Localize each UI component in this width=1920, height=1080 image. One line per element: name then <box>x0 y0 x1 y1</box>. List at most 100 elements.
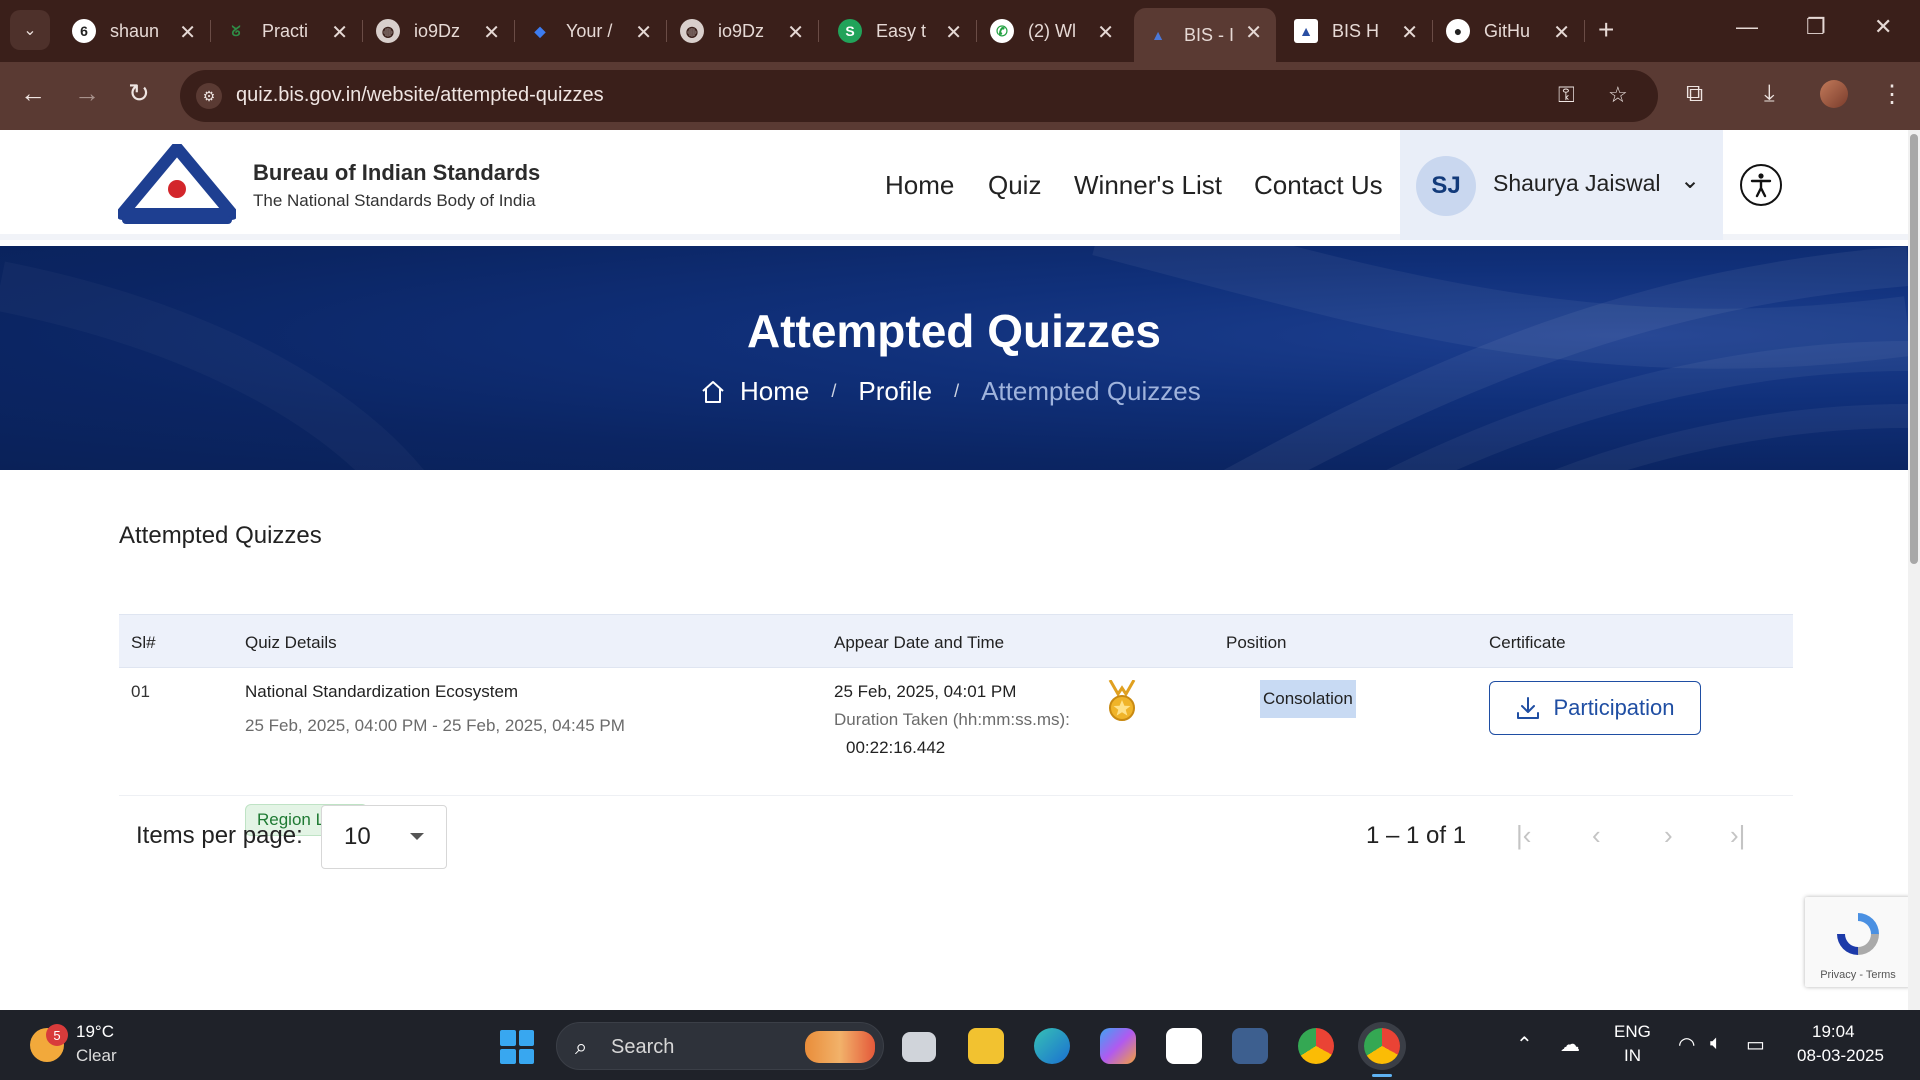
new-tab-button[interactable]: + <box>1598 14 1614 46</box>
windows-logo-tile <box>500 1030 516 1046</box>
weather-condition[interactable]: Clear <box>76 1046 117 1066</box>
onedrive-cloud-icon[interactable]: ☁ <box>1560 1032 1580 1057</box>
browser-tab[interactable]: ◍ io9Dz ✕ <box>668 8 818 54</box>
column-header-appear-date: Appear Date and Time <box>834 633 1005 652</box>
breadcrumb-home[interactable]: Home <box>740 376 809 407</box>
reload-icon[interactable]: ↻ <box>128 78 150 109</box>
next-page-icon[interactable]: › <box>1664 820 1673 851</box>
back-arrow-icon[interactable]: ← <box>20 78 46 109</box>
browser-tab[interactable]: ● GitHu ✕ <box>1434 8 1584 54</box>
close-tab-icon[interactable]: ✕ <box>635 20 652 45</box>
browser-profile-avatar[interactable] <box>1820 80 1848 108</box>
edge-icon[interactable] <box>1034 1028 1070 1064</box>
windows-logo-tile <box>518 1048 534 1064</box>
page-scrollbar[interactable] <box>1908 130 1920 1010</box>
download-icon[interactable]: ⤓ <box>1764 80 1775 108</box>
active-app-indicator <box>1372 1074 1392 1077</box>
bookmark-star-icon[interactable]: ☆ <box>1608 82 1628 108</box>
bis-logo[interactable] <box>118 144 236 226</box>
minimize-icon[interactable]: — <box>1736 14 1758 40</box>
windows-taskbar: 5 19°C Clear ⌕ Search ⌃ ☁ ENG IN ◠ 🔈︎ ▭ … <box>0 1010 1920 1080</box>
gem-icon: ◆ <box>534 22 546 39</box>
brand-subtitle: The National Standards Body of India <box>253 191 536 210</box>
start-button[interactable] <box>500 1030 534 1064</box>
brand-title: Bureau of Indian Standards <box>253 160 541 185</box>
language-indicator[interactable]: ENG <box>1614 1022 1651 1042</box>
weather-temperature[interactable]: 19°C <box>76 1022 114 1042</box>
items-per-page-value: 10 <box>344 823 371 850</box>
file-explorer-icon[interactable] <box>968 1028 1004 1064</box>
browser-tab[interactable]: ◍ io9Dz ✕ <box>364 8 514 54</box>
browser-tab[interactable]: 6 shaun ✕ <box>60 8 210 54</box>
forward-arrow-icon[interactable]: → <box>74 78 100 109</box>
region-indicator[interactable]: IN <box>1624 1046 1641 1066</box>
items-per-page-select[interactable]: 10 <box>321 805 447 869</box>
tab-separator <box>1584 20 1585 42</box>
tab-title: GitHu <box>1484 20 1531 41</box>
breadcrumb-profile[interactable]: Profile <box>858 376 932 407</box>
close-window-icon[interactable]: ✕ <box>1874 14 1892 40</box>
scrollbar-thumb[interactable] <box>1910 134 1918 564</box>
url-text[interactable]: quiz.bis.gov.in/website/attempted-quizze… <box>236 84 604 107</box>
site-info-icon[interactable]: ⚙ <box>196 83 222 109</box>
cell-quiz-name: National Standardization Ecosystem <box>245 682 519 701</box>
last-page-icon[interactable]: ›| <box>1730 820 1745 851</box>
copilot-icon[interactable] <box>1100 1028 1136 1064</box>
first-page-icon[interactable]: |‹ <box>1516 820 1531 851</box>
windows-logo-tile <box>518 1030 534 1046</box>
download-icon <box>1517 697 1540 719</box>
browser-tab[interactable]: ◆ Your / ✕ <box>516 8 666 54</box>
nav-quiz[interactable]: Quiz <box>988 170 1041 201</box>
browser-tab-active[interactable]: ▲ BIS - I ✕ <box>1134 8 1276 62</box>
user-avatar: SJ <box>1416 156 1476 216</box>
close-tab-icon[interactable]: ✕ <box>179 20 196 45</box>
close-tab-icon[interactable]: ✕ <box>1553 20 1570 45</box>
accessibility-button[interactable] <box>1740 164 1782 206</box>
volume-icon[interactable]: 🔈︎ <box>1710 1032 1722 1055</box>
taskbar-search[interactable]: ⌕ Search <box>556 1022 884 1070</box>
close-tab-icon[interactable]: ✕ <box>1245 20 1262 45</box>
mysql-workbench-icon[interactable] <box>1232 1028 1268 1064</box>
show-hidden-icons-chevron-icon[interactable]: ⌃ <box>1516 1032 1533 1057</box>
nav-contact-us[interactable]: Contact Us <box>1254 170 1383 201</box>
battery-icon[interactable]: ▭ <box>1746 1032 1765 1057</box>
restore-icon[interactable]: ❐ <box>1806 14 1826 40</box>
download-certificate-button[interactable]: Participation <box>1489 681 1701 735</box>
recaptcha-links[interactable]: Privacy - Terms <box>1805 969 1911 981</box>
globe-icon: ◍ <box>376 19 400 43</box>
s-icon: S <box>838 19 862 43</box>
browser-tab[interactable]: ✆ (2) Wl ✕ <box>978 8 1128 54</box>
tab-search-button[interactable]: ⌄ <box>10 10 50 50</box>
nav-winners-list[interactable]: Winner's List <box>1074 170 1222 201</box>
password-key-icon[interactable]: ⚿ <box>1558 82 1575 108</box>
recaptcha-badge[interactable]: Privacy - Terms <box>1805 897 1911 987</box>
microsoft-store-icon[interactable] <box>1166 1028 1202 1064</box>
extensions-icon[interactable]: ⧉ <box>1686 80 1703 108</box>
address-bar[interactable]: ⚙ quiz.bis.gov.in/website/attempted-quiz… <box>180 70 1658 122</box>
home-icon[interactable] <box>700 379 726 405</box>
six-icon: 6 <box>72 19 96 43</box>
close-tab-icon[interactable]: ✕ <box>787 20 804 45</box>
menu-kebab-icon[interactable]: ⋮ <box>1880 80 1904 109</box>
chrome-profile-icon[interactable] <box>1364 1028 1400 1064</box>
previous-page-icon[interactable]: ‹ <box>1592 820 1601 851</box>
close-tab-icon[interactable]: ✕ <box>1097 20 1114 45</box>
wifi-icon[interactable]: ◠ <box>1678 1032 1695 1057</box>
nav-home[interactable]: Home <box>885 170 954 201</box>
page-title: Attempted Quizzes <box>746 305 1162 357</box>
close-tab-icon[interactable]: ✕ <box>483 20 500 45</box>
tab-title: Your / <box>566 20 613 41</box>
task-view-icon[interactable] <box>902 1032 936 1062</box>
close-tab-icon[interactable]: ✕ <box>945 20 962 45</box>
column-header-quiz-details: Quiz Details <box>245 633 337 652</box>
user-menu[interactable]: SJ Shaurya Jaiswal ⌄ <box>1400 130 1723 240</box>
clock-date[interactable]: 08-03-2025 <box>1797 1046 1884 1066</box>
cell-sl: 01 <box>131 682 150 701</box>
close-tab-icon[interactable]: ✕ <box>331 20 348 45</box>
close-tab-icon[interactable]: ✕ <box>1401 20 1418 45</box>
chrome-icon[interactable] <box>1298 1028 1334 1064</box>
browser-tab[interactable]: ▲ BIS H ✕ <box>1282 8 1432 54</box>
browser-tab[interactable]: ᘜ Practi ✕ <box>212 8 362 54</box>
browser-tab[interactable]: S Easy t ✕ <box>826 8 976 54</box>
clock-time[interactable]: 19:04 <box>1812 1022 1855 1042</box>
